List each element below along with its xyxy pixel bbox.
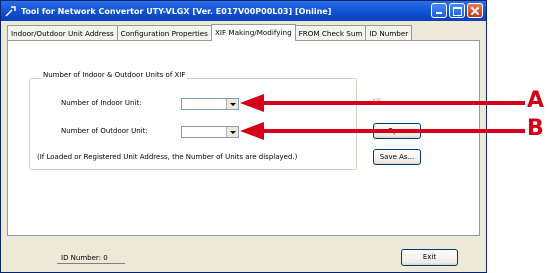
callout-arrow-a [240,94,525,112]
callout-label-b: B [527,116,544,141]
callout-arrow-b [240,122,525,140]
callout-label-a: A [527,88,545,113]
tab-xif-making[interactable]: XIF Making/Modifying [210,24,296,41]
